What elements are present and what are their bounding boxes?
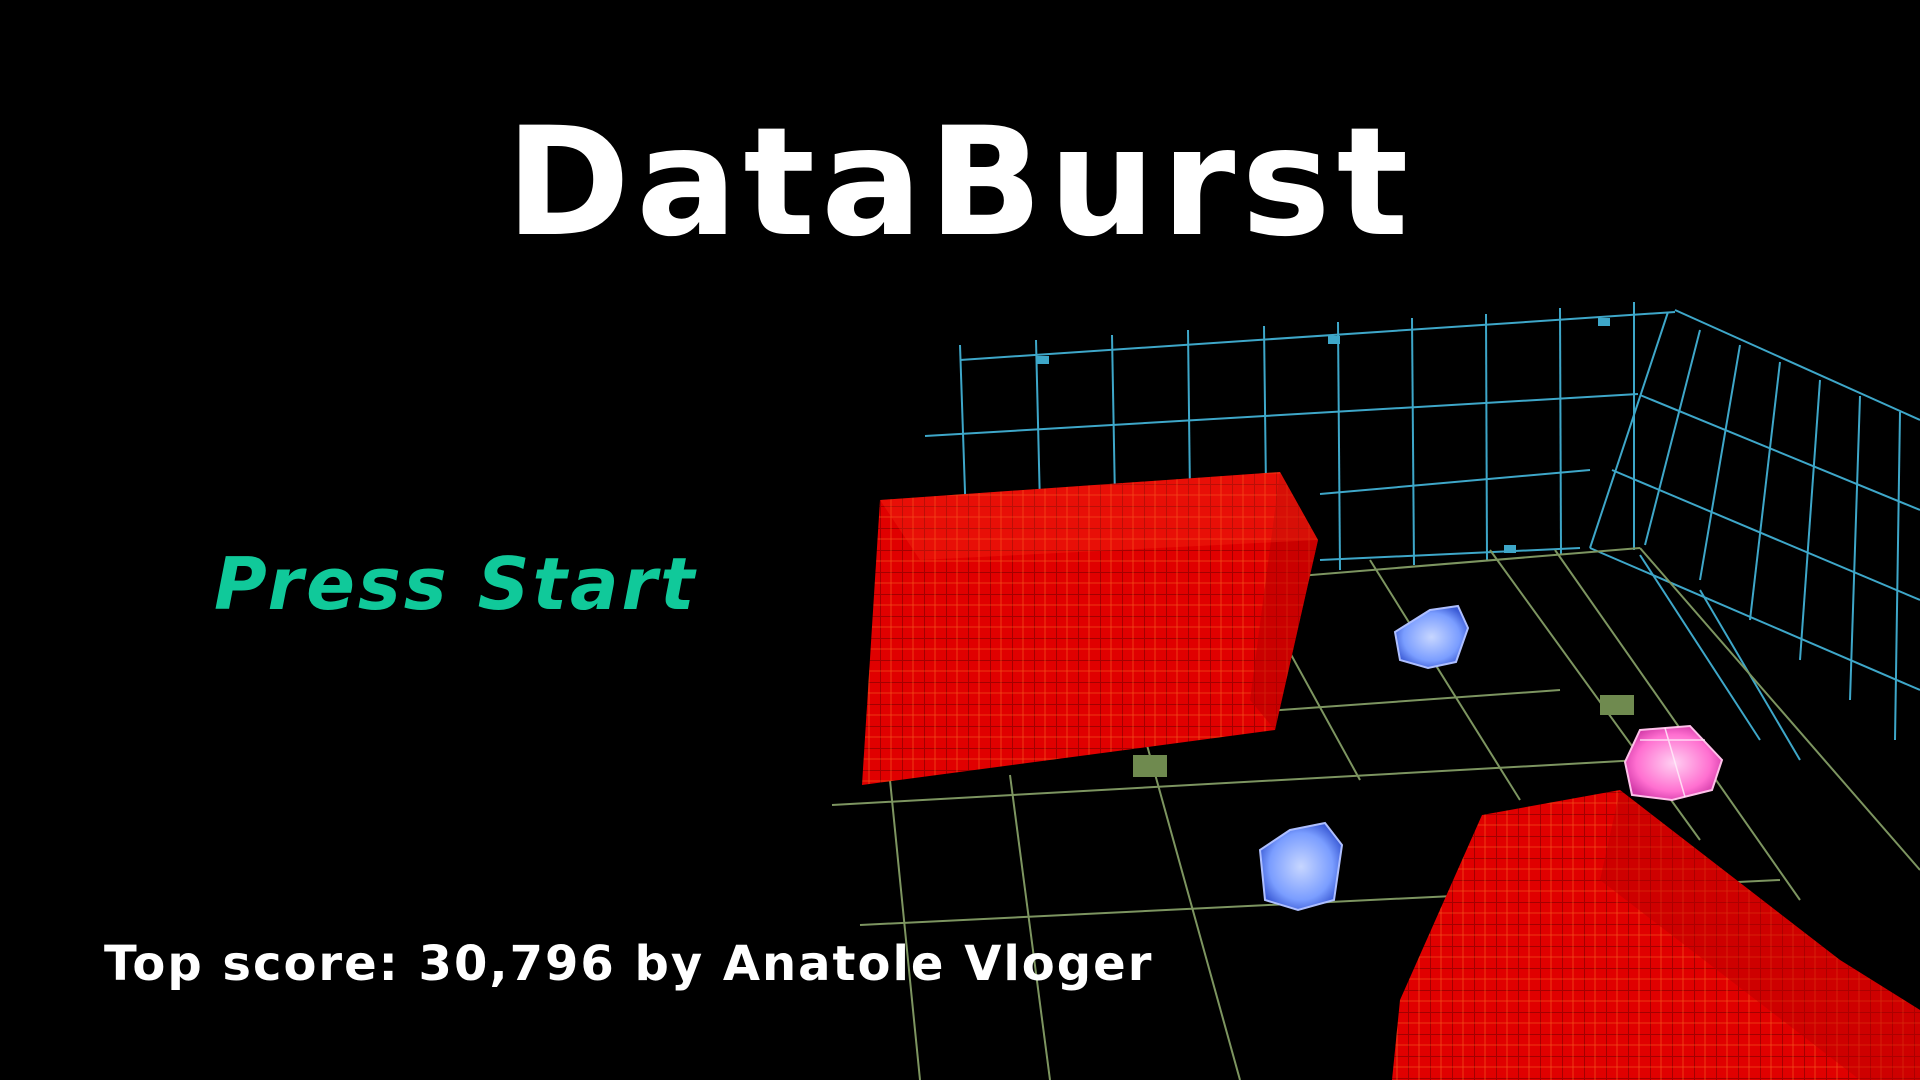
game-screen[interactable]: DataBurst Press Start Top score: 30,796 …: [0, 0, 1920, 1080]
game-title: DataBurst: [505, 96, 1415, 270]
pink-data-cube: [1623, 724, 1724, 802]
blue-data-cube: [1258, 821, 1344, 912]
top-score-text: Top score: 30,796 by Anatole Vloger: [104, 936, 1154, 992]
red-cube-block: [1392, 790, 1920, 1080]
red-cube-block: [862, 472, 1318, 785]
press-start-prompt[interactable]: Press Start: [214, 548, 697, 620]
blue-data-cube: [1393, 604, 1470, 670]
